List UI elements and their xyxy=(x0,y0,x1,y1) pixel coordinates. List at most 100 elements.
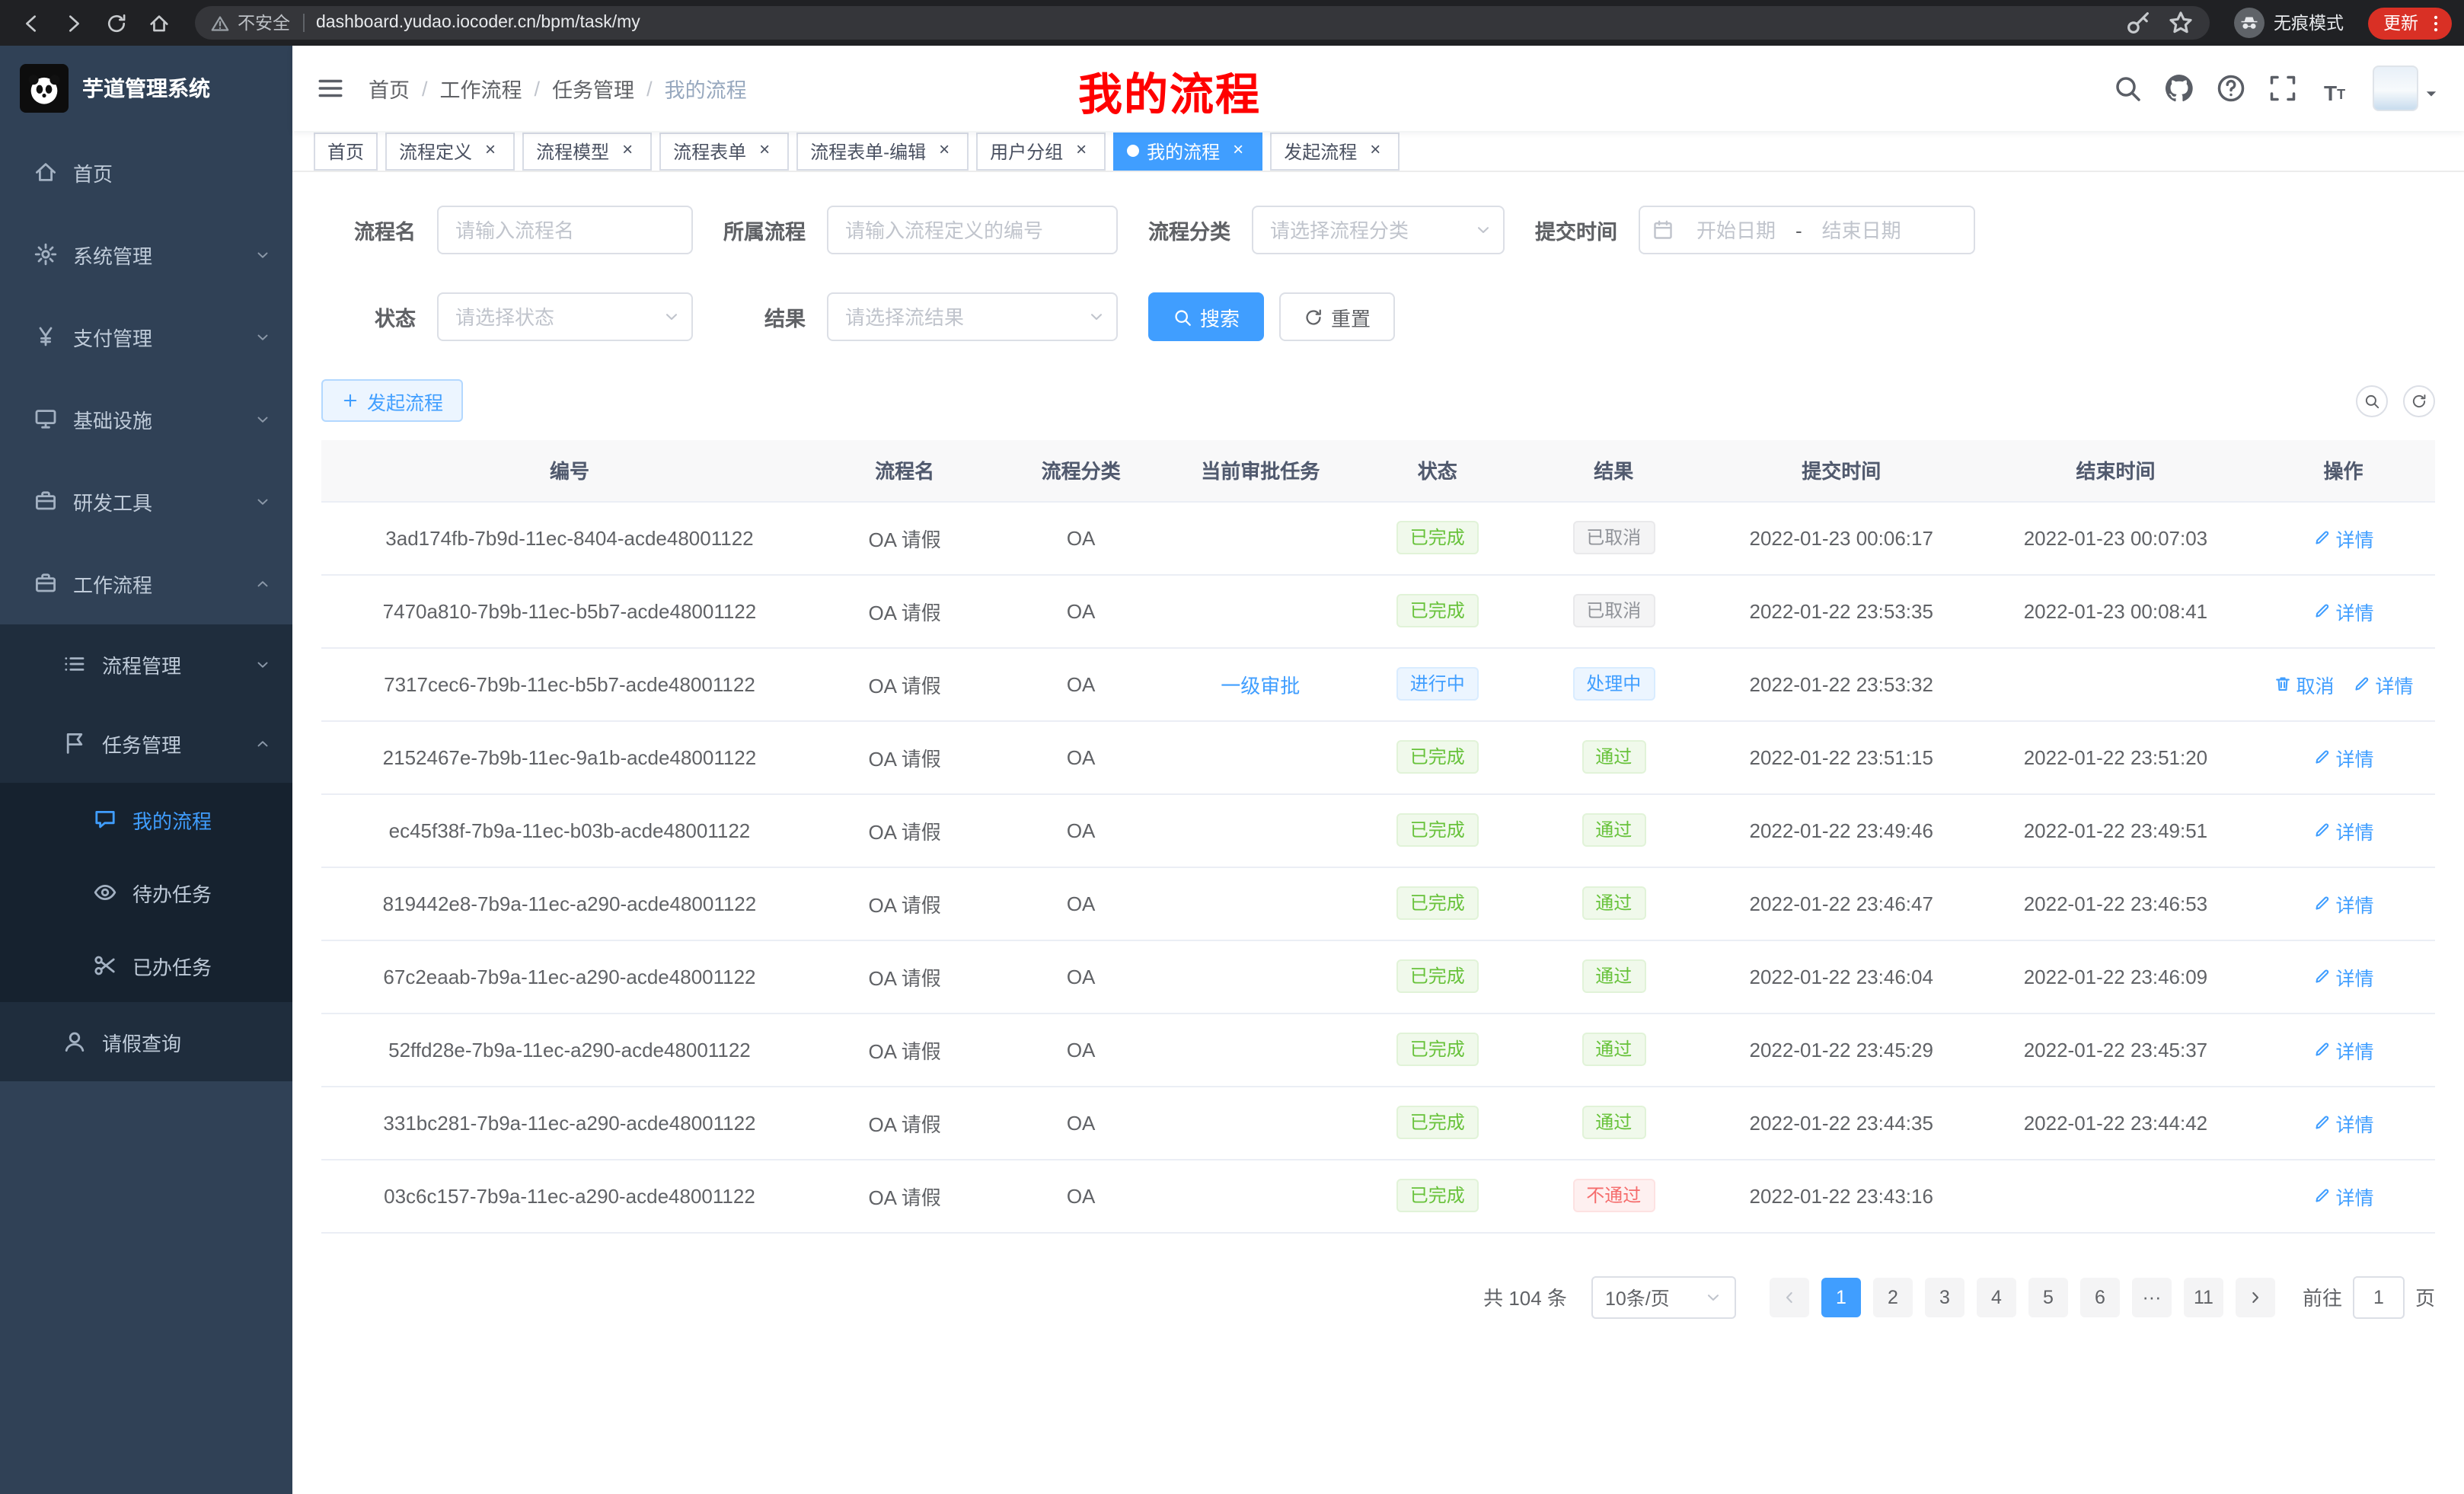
tab-发起流程[interactable]: 发起流程 × xyxy=(1270,132,1400,170)
detail-link[interactable]: 详情 xyxy=(2312,742,2373,771)
sidebar-item-done-task[interactable]: 已办任务 xyxy=(0,929,292,1002)
breadcrumb-item[interactable]: 首页 xyxy=(369,73,410,104)
result-select[interactable] xyxy=(827,292,1118,341)
status-select[interactable] xyxy=(437,292,693,341)
sidebar-item-my-process[interactable]: 我的流程 xyxy=(0,783,292,856)
detail-link[interactable]: 详情 xyxy=(2312,889,2373,918)
chevron-down-icon[interactable] xyxy=(2423,85,2440,102)
github-icon[interactable] xyxy=(2164,73,2194,104)
close-tab-icon[interactable]: × xyxy=(480,140,501,161)
sidebar-item-workflow[interactable]: 工作流程 xyxy=(0,542,292,624)
page-button-3[interactable]: 3 xyxy=(1925,1277,1964,1317)
tab-首页[interactable]: 首页 xyxy=(314,132,378,170)
password-key-icon[interactable] xyxy=(2124,9,2152,37)
start-date-input[interactable] xyxy=(1680,219,1792,241)
process-name-input[interactable] xyxy=(437,206,693,254)
detail-link[interactable]: 详情 xyxy=(2312,1181,2373,1210)
sidebar-item-infrastructure[interactable]: 基础设施 xyxy=(0,378,292,460)
cell-end-time: 2022-01-22 23:46:09 xyxy=(1980,940,2252,1013)
edit-icon xyxy=(2353,675,2371,693)
page-button-1[interactable]: 1 xyxy=(1821,1277,1861,1317)
sidebar-item-home[interactable]: 首页 xyxy=(0,131,292,213)
sidebar-item-system[interactable]: 系统管理 xyxy=(0,213,292,295)
table-header-row: 编号流程名流程分类当前审批任务状态结果提交时间结束时间操作 xyxy=(321,440,2435,501)
page-button-11[interactable]: 11 xyxy=(2184,1277,2223,1317)
cell-category: OA xyxy=(991,574,1170,647)
cancel-link[interactable]: 取消 xyxy=(2273,669,2334,698)
submit-time-range-picker[interactable]: - xyxy=(1639,206,1975,254)
process-key-input[interactable] xyxy=(827,206,1118,254)
tab-流程定义[interactable]: 流程定义× xyxy=(385,132,515,170)
address-bar[interactable]: 不安全 dashboard.yudao.iocoder.cn/bpm/task/… xyxy=(195,6,2210,40)
sidebar-item-leave-query[interactable]: 请假查询 xyxy=(0,1002,292,1081)
sidebar-item-task-mgmt[interactable]: 任务管理 xyxy=(0,704,292,783)
close-tab-icon[interactable]: × xyxy=(617,140,638,161)
tab-用户分组[interactable]: 用户分组× xyxy=(976,132,1106,170)
page-button-2[interactable]: 2 xyxy=(1873,1277,1913,1317)
show-search-button[interactable] xyxy=(2356,385,2388,417)
help-icon[interactable] xyxy=(2216,73,2246,104)
detail-link[interactable]: 详情 xyxy=(2312,523,2373,552)
avatar[interactable] xyxy=(2373,65,2418,111)
page-size-select[interactable]: 10条/页 xyxy=(1591,1275,1736,1318)
bookmark-star-icon[interactable] xyxy=(2167,9,2194,37)
close-tab-icon[interactable]: × xyxy=(934,140,955,161)
search-button[interactable]: 搜索 xyxy=(1148,292,1264,341)
browser-forward-button[interactable] xyxy=(55,5,91,41)
tab-label: 发起流程 xyxy=(1284,138,1357,164)
sidebar-item-payment[interactable]: 支付管理 xyxy=(0,295,292,378)
sidebar-item-devtools[interactable]: 研发工具 xyxy=(0,460,292,542)
goto-page-input[interactable] xyxy=(2353,1275,2405,1318)
close-tab-icon[interactable]: × xyxy=(1071,140,1092,161)
url-text[interactable]: dashboard.yudao.iocoder.cn/bpm/task/my xyxy=(316,14,640,32)
app-logo[interactable]: 芋道管理系统 xyxy=(0,46,292,131)
create-process-button[interactable]: 发起流程 xyxy=(321,379,463,422)
detail-link[interactable]: 详情 xyxy=(2312,596,2373,625)
reset-button[interactable]: 重置 xyxy=(1279,292,1395,341)
security-label[interactable]: 不安全 xyxy=(238,11,290,35)
pager-ellipsis[interactable]: ··· xyxy=(2132,1277,2172,1317)
cell-category: OA xyxy=(991,1086,1170,1159)
status-select-input[interactable] xyxy=(437,292,693,341)
font-size-icon[interactable]: TT xyxy=(2319,73,2350,104)
search-icon[interactable] xyxy=(2112,73,2143,104)
cell-actions: 取消详情 xyxy=(2252,647,2435,720)
page-button-6[interactable]: 6 xyxy=(2080,1277,2120,1317)
browser-back-button[interactable] xyxy=(12,5,49,41)
sidebar-item-todo-task[interactable]: 待办任务 xyxy=(0,856,292,929)
current-task-link[interactable]: 一级审批 xyxy=(1221,674,1300,697)
browser-update-button[interactable]: 更新 xyxy=(2368,7,2452,39)
menu-dots-icon[interactable] xyxy=(2426,13,2446,33)
close-tab-icon[interactable]: × xyxy=(1364,140,1386,161)
refresh-table-button[interactable] xyxy=(2403,385,2435,417)
tab-我的流程[interactable]: 我的流程× xyxy=(1113,132,1262,170)
detail-link[interactable]: 详情 xyxy=(2312,962,2373,991)
tab-流程表单-编辑[interactable]: 流程表单-编辑× xyxy=(796,132,969,170)
cell-process-name: OA 请假 xyxy=(818,574,991,647)
detail-link[interactable]: 详情 xyxy=(2353,669,2414,698)
page-button-5[interactable]: 5 xyxy=(2028,1277,2068,1317)
tab-流程表单[interactable]: 流程表单× xyxy=(659,132,789,170)
next-page-button[interactable] xyxy=(2236,1277,2275,1317)
tab-流程模型[interactable]: 流程模型× xyxy=(522,132,652,170)
close-tab-icon[interactable]: × xyxy=(1227,140,1249,161)
detail-link[interactable]: 详情 xyxy=(2312,1108,2373,1137)
browser-reload-button[interactable] xyxy=(97,5,134,41)
hamburger-icon[interactable] xyxy=(315,73,346,104)
prev-page-button[interactable] xyxy=(1770,1277,1809,1317)
breadcrumb-item[interactable]: 工作流程 xyxy=(440,73,522,104)
close-tab-icon[interactable]: × xyxy=(754,140,775,161)
detail-link[interactable]: 详情 xyxy=(2312,1035,2373,1064)
cell-submit-time: 2022-01-23 00:06:17 xyxy=(1703,501,1980,574)
end-date-input[interactable] xyxy=(1805,219,1918,241)
category-select-input[interactable] xyxy=(1252,206,1505,254)
browser-home-button[interactable] xyxy=(140,5,177,41)
category-select[interactable] xyxy=(1252,206,1505,254)
page-button-4[interactable]: 4 xyxy=(1977,1277,2016,1317)
search-button-label: 搜索 xyxy=(1200,302,1240,331)
breadcrumb-item[interactable]: 任务管理 xyxy=(552,73,634,104)
fullscreen-icon[interactable] xyxy=(2268,73,2298,104)
sidebar-item-process-mgmt[interactable]: 流程管理 xyxy=(0,624,292,704)
detail-link[interactable]: 详情 xyxy=(2312,816,2373,844)
result-select-input[interactable] xyxy=(827,292,1118,341)
